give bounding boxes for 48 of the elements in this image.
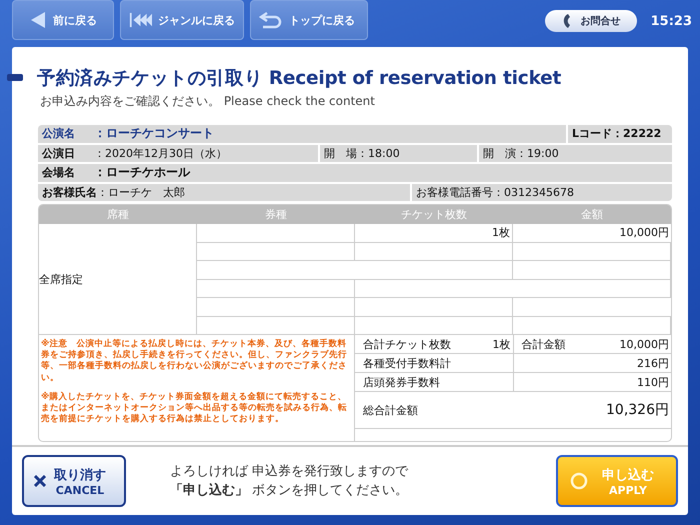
- circle-icon: [570, 472, 588, 490]
- nav-button[interactable]: ジャンルに戻る: [120, 0, 244, 40]
- title-marker: [7, 74, 23, 81]
- table-cell: 1枚: [355, 224, 513, 242]
- notice-text: ※注意 公演中止等による払戻し時には、チケット本券、及び、各種手数料券をご持参頂き、払戻し手続きを行ってください。但し、ファンクラブ先行等、一部各種手数料の払戻しを行わない公演がございますのでご了承ください。: [41, 339, 348, 384]
- column-header: 券種: [197, 205, 355, 224]
- column-header: チケット枚数: [355, 205, 513, 224]
- field-value: ：ローチケコンサート: [94, 125, 214, 142]
- table-cell: 全席指定: [39, 224, 197, 335]
- summary-value: 10,000円: [620, 336, 669, 352]
- summary-value: 1枚: [492, 336, 510, 352]
- field-value: 開 場：18:00: [324, 146, 400, 161]
- summary-value: 216円: [637, 356, 669, 370]
- summary-label: 店頭発券手数料: [363, 374, 440, 390]
- field-value: ：ローチケホール: [94, 164, 190, 182]
- summary-label: 各種受付手数料計: [363, 356, 451, 370]
- field-label: 公演名: [42, 126, 76, 142]
- page-subtitle: お申込み内容をご確認ください。 Please check the content: [40, 93, 376, 110]
- field-value: お客様電話番号：0312345678: [416, 184, 574, 200]
- cancel-button[interactable]: 取り消す CANCEL: [22, 455, 126, 507]
- instruction-text: 「申し込む」 ボタンを押してください。: [170, 482, 410, 500]
- apply-button[interactable]: 申し込む APPLY: [556, 455, 678, 507]
- notice-text: ※購入したチケットを、チケット券面金額を超える金額にて転売すること、またはインターネットオークション等へ出品する等の転売を試みる行為、転売を前提にチケットを購入する行為は禁止としております。: [41, 392, 348, 426]
- field-value: Lコード：22222: [572, 126, 662, 142]
- rewind-icon: [129, 11, 152, 29]
- instruction-text: よろしければ 申込券を発行致しますので: [170, 462, 410, 480]
- back-arrow-icon: [29, 11, 47, 29]
- field-value: ：2020年12月30日（水）: [94, 146, 227, 161]
- field-value: 開 演：19:00: [483, 146, 559, 161]
- summary-label: 総合計金額: [363, 402, 418, 418]
- column-header: 席種: [39, 205, 197, 224]
- column-header: 金額: [513, 205, 671, 224]
- return-arrow-icon: [259, 11, 283, 29]
- contact-button[interactable]: お問合せ: [544, 10, 637, 32]
- close-icon: [34, 475, 46, 487]
- field-label: お客様氏名: [42, 184, 97, 200]
- summary-value: 110円: [637, 374, 669, 390]
- nav-button[interactable]: トップに戻る: [250, 0, 368, 40]
- table-cell: 10,000円: [513, 224, 671, 242]
- page-title: 予約済みチケットの引取り Receipt of reservation ticket: [37, 67, 562, 90]
- clock: 15:23: [650, 14, 692, 28]
- field-label: 公演日: [42, 146, 76, 161]
- summary-value: 10,326円: [606, 401, 669, 419]
- field-value: ：ローチケ 太郎: [97, 184, 185, 200]
- nav-button[interactable]: 前に戻る: [12, 0, 114, 40]
- summary-label: 合計チケット枚数: [363, 336, 451, 352]
- field-label: 会場名: [42, 165, 76, 180]
- summary-label: 合計金額: [522, 336, 566, 352]
